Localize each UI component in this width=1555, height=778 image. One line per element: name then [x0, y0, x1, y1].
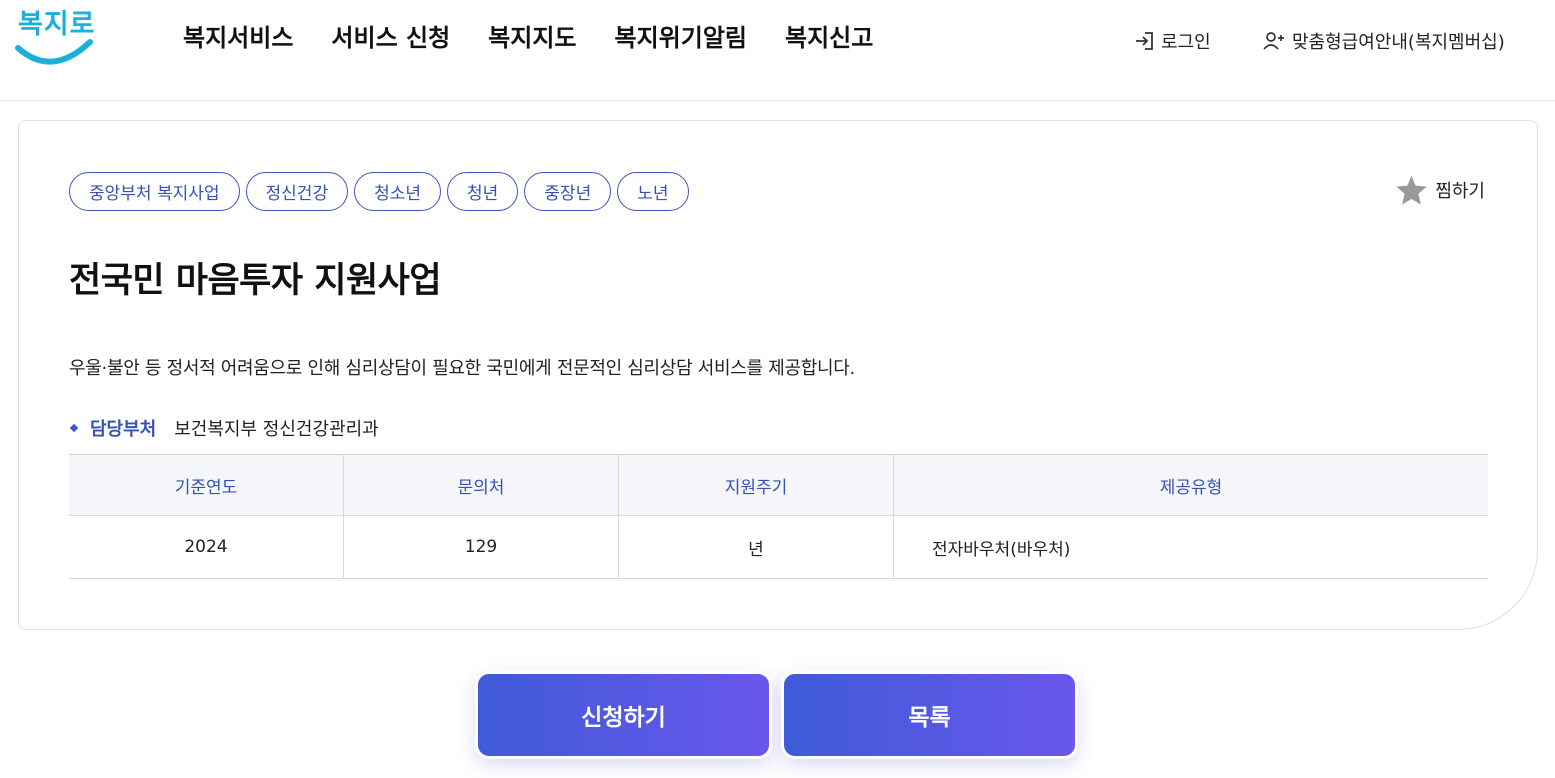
header-base-year: 기준연도 [69, 455, 344, 515]
nav-crisis-alert[interactable]: 복지위기알림 [615, 18, 747, 53]
service-detail-card: 중앙부처 복지사업 정신건강 청소년 청년 중장년 노년 찜하기 전국민 마음투… [18, 120, 1538, 630]
site-header: 복지로 복지서비스 서비스 신청 복지지도 복지위기알림 복지신고 로그인 맞춤… [0, 0, 1555, 101]
membership-link[interactable]: 맞춤형급여안내(복지멤버십) [1262, 28, 1505, 54]
tag-mental-health[interactable]: 정신건강 [245, 172, 349, 211]
nav-welfare-report[interactable]: 복지신고 [785, 18, 873, 53]
tag-young-adult[interactable]: 청년 [447, 172, 519, 211]
user-plus-icon [1263, 32, 1284, 50]
service-title: 전국민 마음투자 지원사업 [69, 261, 442, 301]
star-icon [1396, 175, 1427, 205]
nav-service-application[interactable]: 서비스 신청 [331, 18, 450, 53]
nav-welfare-map[interactable]: 복지지도 [488, 18, 576, 53]
header-support-cycle: 지원주기 [619, 455, 894, 515]
cell-support-cycle: 년 [619, 516, 894, 578]
favorite-label: 찜하기 [1435, 181, 1485, 202]
service-info-table: 기준연도 문의처 지원주기 제공유형 2024 129 년 전자바우처(바우처) [69, 454, 1488, 579]
cell-provision-type: 전자바우처(바우처) [932, 539, 1071, 560]
table-row: 2024 129 년 전자바우처(바우처) [69, 516, 1488, 579]
tag-youth[interactable]: 청소년 [354, 172, 442, 211]
login-label: 로그인 [1161, 32, 1211, 53]
diamond-bullet-icon [69, 423, 79, 433]
table-header-row: 기준연도 문의처 지원주기 제공유형 [69, 455, 1488, 516]
login-link[interactable]: 로그인 [1133, 28, 1211, 54]
login-arrow-icon [1136, 32, 1153, 50]
favorite-button[interactable]: 찜하기 [1395, 174, 1485, 206]
tag-middle-age[interactable]: 중장년 [524, 172, 612, 211]
department-value: 보건복지부 정신건강관리과 [174, 419, 379, 440]
logo[interactable]: 복지로 [14, 2, 95, 66]
cell-base-year: 2024 [69, 516, 344, 578]
main-nav: 복지서비스 서비스 신청 복지지도 복지위기알림 복지신고 [183, 18, 911, 53]
header-provision-type: 제공유형 [1159, 477, 1223, 498]
membership-label: 맞춤형급여안내(복지멤버십) [1292, 32, 1505, 53]
cell-contact: 129 [344, 516, 619, 578]
category-tags: 중앙부처 복지사업 정신건강 청소년 청년 중장년 노년 [69, 172, 695, 211]
department-info: 담당부처 보건복지부 정신건강관리과 [69, 415, 379, 441]
header-contact: 문의처 [344, 455, 619, 515]
tag-central-ministry[interactable]: 중앙부처 복지사업 [69, 172, 240, 211]
service-description: 우울·불안 등 정서적 어려움으로 인해 심리상담이 필요한 국민에게 전문적인… [69, 358, 855, 379]
nav-welfare-services[interactable]: 복지서비스 [183, 18, 293, 53]
department-label: 담당부처 [90, 419, 157, 440]
apply-button[interactable]: 신청하기 [475, 671, 772, 759]
logo-smile-icon [15, 39, 93, 65]
list-button[interactable]: 목록 [781, 671, 1078, 759]
tag-senior[interactable]: 노년 [617, 172, 689, 211]
